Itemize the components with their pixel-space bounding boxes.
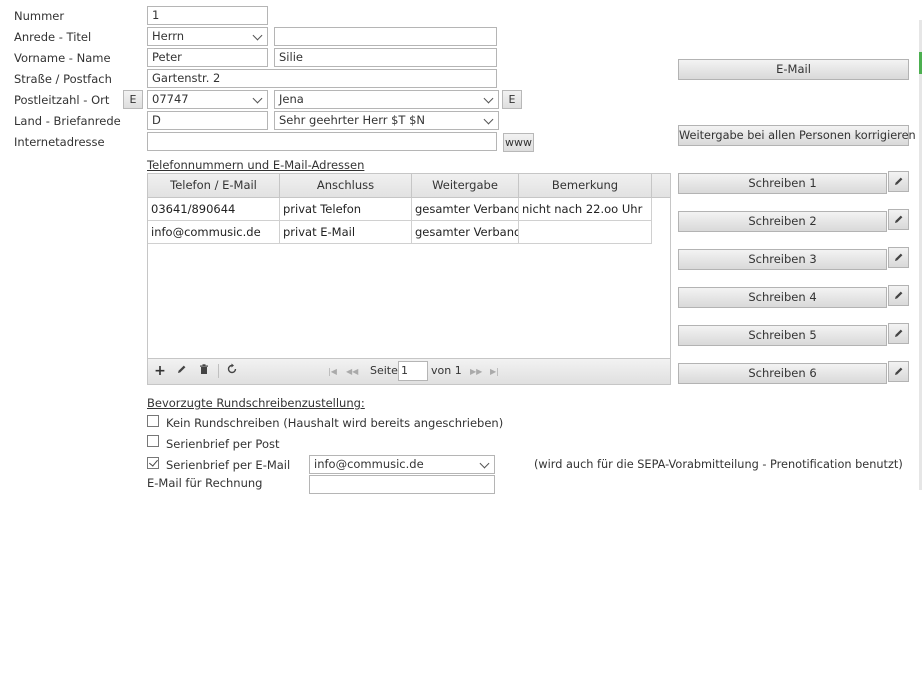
- strasse-input[interactable]: Gartenstr. 2: [147, 69, 497, 88]
- briefanrede-select[interactable]: Sehr geehrter Herr $T $N: [274, 111, 499, 130]
- name-input[interactable]: Silie: [274, 48, 497, 67]
- vorname-input[interactable]: Peter: [147, 48, 268, 67]
- prev-page-icon[interactable]: ◀◀: [346, 365, 358, 379]
- label-plz-ort: Postleitzahl - Ort: [14, 93, 110, 107]
- grid-header: Telefon / E-Mail Anschluss Weitergabe Be…: [148, 174, 670, 198]
- email-rechnung-label: E-Mail für Rechnung: [147, 476, 263, 490]
- nummer-input[interactable]: 1: [147, 6, 268, 25]
- pencil-icon: [895, 215, 903, 223]
- pager-seite-label: Seite: [370, 364, 398, 377]
- pencil-icon: [178, 365, 186, 373]
- serienbrief-post-label: Serienbrief per Post: [166, 437, 280, 451]
- column-header-anschluss[interactable]: Anschluss: [280, 174, 412, 197]
- cell-telefon: info@commusic.de: [148, 221, 280, 244]
- column-header-telefon[interactable]: Telefon / E-Mail: [148, 174, 280, 197]
- first-page-icon[interactable]: |◀: [328, 365, 337, 379]
- serienbrief-email-label: Serienbrief per E-Mail: [166, 458, 291, 472]
- anrede-select[interactable]: Herrn: [147, 27, 268, 46]
- schreiben-4-edit-button[interactable]: [888, 285, 909, 306]
- rundschreiben-title: Bevorzugte Rundschreibenzustellung:: [147, 396, 365, 410]
- internetadresse-input[interactable]: [147, 132, 497, 151]
- schreiben-2-button[interactable]: Schreiben 2: [678, 211, 887, 232]
- sepa-note: (wird auch für die SEPA-Vorabmitteilung …: [534, 458, 903, 471]
- grid-toolbar: + |◀ ◀◀ Seite 1 von 1 ▶▶ ▶|: [148, 358, 670, 384]
- email-button[interactable]: E-Mail: [678, 59, 909, 80]
- refresh-shape: [227, 363, 237, 374]
- schreiben-6-button[interactable]: Schreiben 6: [678, 363, 887, 384]
- plz-select[interactable]: 07747: [147, 90, 268, 109]
- label-land-briefanrede: Land - Briefanrede: [14, 114, 121, 128]
- kein-rundschreiben-checkbox[interactable]: [147, 415, 159, 427]
- pencil-icon: [895, 291, 903, 299]
- schreiben-3-button[interactable]: Schreiben 3: [678, 249, 887, 270]
- column-header-weitergabe[interactable]: Weitergabe: [412, 174, 519, 197]
- plz-e-button[interactable]: E: [123, 90, 143, 109]
- email-rechnung-input[interactable]: [309, 475, 495, 494]
- last-page-icon[interactable]: ▶|: [490, 365, 499, 379]
- pencil-icon: [895, 177, 903, 185]
- pager-von-label: von 1: [431, 364, 462, 377]
- label-anrede-titel: Anrede - Titel: [14, 30, 92, 44]
- cell-weitergabe: gesamter Verband: [412, 198, 519, 221]
- schreiben-4-button[interactable]: Schreiben 4: [678, 287, 887, 308]
- add-icon[interactable]: +: [152, 363, 168, 379]
- serienbrief-email-select[interactable]: info@commusic.de: [309, 455, 495, 474]
- land-input[interactable]: D: [147, 111, 268, 130]
- label-vorname-name: Vorname - Name: [14, 51, 111, 65]
- serienbrief-post-checkbox[interactable]: [147, 435, 159, 447]
- weitergabe-korrigieren-button[interactable]: Weitergabe bei allen Personen korrigiere…: [678, 125, 916, 146]
- schreiben-6-edit-button[interactable]: [888, 361, 909, 382]
- cell-anschluss: privat Telefon: [280, 198, 412, 221]
- next-page-icon[interactable]: ▶▶: [470, 365, 482, 379]
- edit-icon[interactable]: [174, 363, 190, 379]
- trash-shape: [200, 364, 208, 374]
- cell-bemerkung: [519, 221, 652, 244]
- pencil-icon: [895, 329, 903, 337]
- schreiben-5-button[interactable]: Schreiben 5: [678, 325, 887, 346]
- serienbrief-email-checkbox[interactable]: [147, 457, 159, 469]
- cell-bemerkung: nicht nach 22.oo Uhr: [519, 198, 652, 221]
- schreiben-2-edit-button[interactable]: [888, 209, 909, 230]
- schreiben-1-button[interactable]: Schreiben 1: [678, 173, 887, 194]
- cell-weitergabe: gesamter Verband: [412, 221, 519, 244]
- schreiben-5-edit-button[interactable]: [888, 323, 909, 344]
- www-button[interactable]: www: [503, 133, 534, 152]
- phone-section-title: Telefonnummern und E-Mail-Adressen: [147, 158, 365, 172]
- cell-anschluss: privat E-Mail: [280, 221, 412, 244]
- kein-rundschreiben-label: Kein Rundschreiben (Haushalt wird bereit…: [166, 416, 504, 430]
- cell-telefon: 03641/890644: [148, 198, 280, 221]
- ort-select[interactable]: Jena: [274, 90, 499, 109]
- trash-icon[interactable]: [196, 363, 212, 379]
- schreiben-3-edit-button[interactable]: [888, 247, 909, 268]
- label-strasse: Straße / Postfach: [14, 72, 112, 86]
- pencil-icon: [895, 253, 903, 261]
- titel-input[interactable]: [274, 27, 497, 46]
- page-number-input[interactable]: 1: [398, 361, 428, 381]
- refresh-icon[interactable]: [224, 363, 240, 379]
- column-header-bemerkung[interactable]: Bemerkung: [519, 174, 652, 197]
- ort-e-button[interactable]: E: [502, 90, 522, 109]
- schreiben-1-edit-button[interactable]: [888, 171, 909, 192]
- pencil-icon: [895, 367, 903, 375]
- label-nummer: Nummer: [14, 9, 65, 23]
- phone-email-grid: Telefon / E-Mail Anschluss Weitergabe Be…: [147, 173, 671, 385]
- label-internetadresse: Internetadresse: [14, 135, 105, 149]
